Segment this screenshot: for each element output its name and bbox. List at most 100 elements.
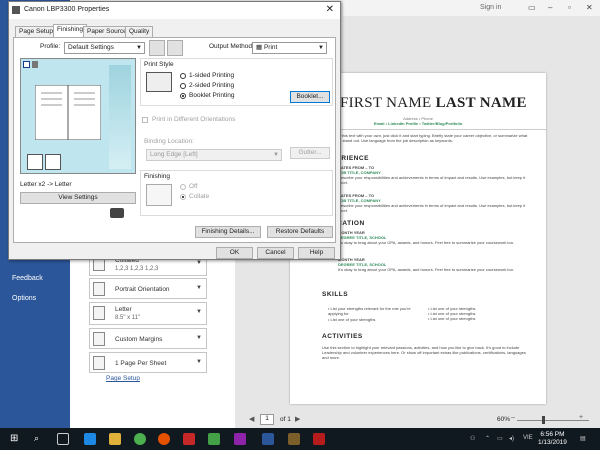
help-button[interactable]: Help <box>298 247 335 259</box>
chevron-down-icon: ▼ <box>318 45 324 51</box>
word-icon[interactable] <box>262 433 274 445</box>
layout-preview <box>20 58 136 174</box>
output-method-select[interactable]: ▦ Print ▼ <box>252 42 327 54</box>
finishing-details-button[interactable]: Finishing Details... <box>195 226 261 238</box>
divider <box>322 129 546 130</box>
chrome-icon[interactable] <box>134 433 146 445</box>
setting-label: Letter <box>115 306 132 313</box>
sign-in-link[interactable]: Sign in <box>480 4 501 11</box>
radio-1sided-label: 1-sided Printing <box>189 72 235 79</box>
portrait-icon <box>93 282 105 296</box>
binding-location-value: Long Edge [Left] <box>150 151 198 158</box>
firefox-icon[interactable] <box>158 433 170 445</box>
print-settings-pane: Collated 1,2,3 1,2,3 1,2,3 ▼ Portrait Or… <box>70 235 235 428</box>
app-icon[interactable] <box>288 433 300 445</box>
nav-feedback[interactable]: Feedback <box>12 275 43 282</box>
pages-per-sheet-setting[interactable]: 1 Page Per Sheet ▼ <box>89 352 207 373</box>
printer-icon <box>12 6 20 14</box>
dialog-title-bar: Canon LBP3300 Properties ✕ <box>9 2 340 19</box>
app-icon[interactable] <box>183 433 195 445</box>
zoom-in-icon[interactable]: + <box>579 414 583 421</box>
orientation-setting[interactable]: Portrait Orientation ▼ <box>89 278 207 299</box>
app-icon[interactable] <box>208 433 220 445</box>
job-description: Describe your responsibilities and achie… <box>338 203 526 213</box>
nav-options[interactable]: Options <box>12 295 36 302</box>
print-different-orientations-checkbox[interactable] <box>142 117 148 123</box>
ribbon-display-icon[interactable]: ▭ <box>528 3 536 12</box>
printer-status-icon[interactable] <box>110 208 124 218</box>
profile-select[interactable]: Default Settings ▼ <box>64 42 145 54</box>
app-icon[interactable] <box>313 433 325 445</box>
radio-2sided[interactable] <box>180 83 186 89</box>
page-setup-link[interactable]: Page Setup <box>106 375 140 382</box>
prev-page-icon[interactable]: ◀ <box>249 415 254 423</box>
booklet-button[interactable]: Booklet... <box>290 91 330 103</box>
profile-edit-icon[interactable] <box>167 40 183 56</box>
collate-finishing-icon <box>146 184 172 206</box>
skill-item: • List your strengths relevant for the r… <box>328 306 411 316</box>
setting-label: 1 Page Per Sheet <box>115 360 167 367</box>
radio-booklet[interactable] <box>180 93 186 99</box>
finishing-tab-panel: Profile: Default Settings ▼ Output Method… <box>13 37 336 243</box>
profile-add-icon[interactable] <box>149 40 165 56</box>
print-different-orientations-label: Print in Different Orientations <box>152 116 236 123</box>
margins-setting[interactable]: Custom Margins ▼ <box>89 328 207 349</box>
chevron-up-icon[interactable]: ⌃ <box>485 435 490 442</box>
task-view-icon[interactable] <box>57 433 69 445</box>
staple-icon <box>32 61 38 68</box>
restore-defaults-button[interactable]: Restore Defaults <box>267 226 333 238</box>
chevron-down-icon: ▼ <box>196 285 202 291</box>
tab-paper-source[interactable]: Paper Source <box>83 26 131 37</box>
notifications-icon[interactable]: ▤ <box>580 435 586 442</box>
binding-location-select[interactable]: Long Edge [Left] ▼ <box>146 149 282 161</box>
tab-page-setup[interactable]: Page Setup <box>15 26 57 37</box>
collate-icon <box>27 154 43 170</box>
people-icon[interactable]: ⚇ <box>470 435 475 442</box>
page-count: of 1 <box>280 416 291 423</box>
section-activities: ACTIVITIES <box>322 333 363 340</box>
setting-sublabel: 8.5" x 11" <box>115 315 141 321</box>
gutter-button[interactable]: Gutter... <box>290 147 330 159</box>
preview-caption: Letter x2 -> Letter <box>20 181 72 188</box>
minimize-icon[interactable]: – <box>548 3 552 12</box>
booklet-style-icon <box>146 72 172 92</box>
file-explorer-icon[interactable] <box>109 433 121 445</box>
paper-size-setting[interactable]: Letter 8.5" x 11" ▼ <box>89 302 207 325</box>
output-method-value: Print <box>263 44 278 51</box>
radio-1sided[interactable] <box>180 73 186 79</box>
maximize-icon[interactable]: ▫ <box>568 3 571 12</box>
activities-description: Use this section to highlight your relev… <box>322 345 526 360</box>
page-number-input[interactable]: 1 <box>260 414 274 425</box>
radio-off[interactable] <box>180 184 186 190</box>
clock[interactable]: 6:56 PM 1/13/2019 <box>538 431 567 447</box>
zoom-out-icon[interactable]: – <box>511 414 515 421</box>
profile-label: Profile: <box>40 43 61 50</box>
next-page-icon[interactable]: ▶ <box>295 415 300 423</box>
zoom-slider-thumb[interactable] <box>542 416 545 424</box>
app-icon[interactable] <box>234 433 246 445</box>
tab-quality[interactable]: Quality <box>125 26 154 37</box>
tab-finishing[interactable]: Finishing <box>53 24 88 37</box>
chevron-down-icon: ▼ <box>136 45 142 51</box>
view-settings-button[interactable]: View Settings <box>20 192 136 204</box>
volume-icon[interactable]: ◂) <box>509 435 514 442</box>
radio-2sided-label: 2-sided Printing <box>189 82 235 89</box>
finishing-label: Finishing <box>144 173 171 180</box>
close-icon[interactable]: ✕ <box>326 4 334 15</box>
page-icon <box>93 356 105 370</box>
windows-start-icon[interactable]: ⊞ <box>10 433 22 445</box>
radio-collate-label: Collate <box>189 193 210 200</box>
ok-button[interactable]: OK <box>216 247 253 259</box>
windows-taskbar: ⊞ ⌕ ⚇ ⌃ ▭ ◂) VIE 6:56 PM 1/13/2019 ▤ <box>0 428 600 450</box>
chevron-down-icon: ▼ <box>196 359 202 365</box>
edge-icon[interactable] <box>84 433 96 445</box>
close-icon[interactable]: ✕ <box>586 3 593 12</box>
search-icon[interactable]: ⌕ <box>34 433 46 445</box>
radio-collate[interactable] <box>180 194 186 200</box>
cancel-button[interactable]: Cancel <box>257 247 294 259</box>
network-icon[interactable]: ▭ <box>497 435 503 442</box>
radio-booklet-label: Booklet Printing <box>189 92 235 99</box>
language-indicator[interactable]: VIE <box>523 435 533 441</box>
skill-text: List one of your strengths <box>430 316 476 321</box>
radio-off-label: Off <box>189 183 198 190</box>
